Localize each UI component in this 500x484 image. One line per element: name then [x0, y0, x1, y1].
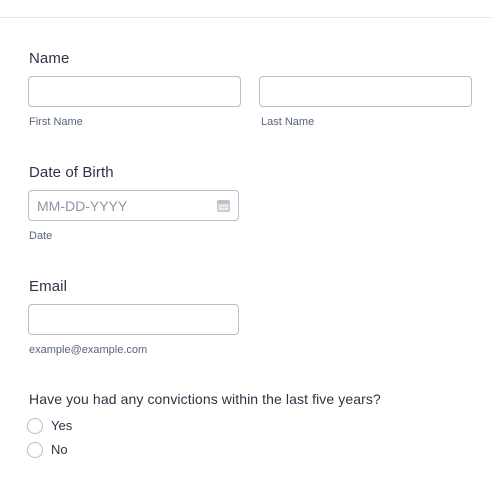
radio-button-no[interactable]	[27, 442, 43, 458]
last-name-sublabel: Last Name	[261, 116, 315, 128]
dob-placeholder: MM-DD-YYYY	[37, 198, 128, 214]
dob-label: Date of Birth	[29, 164, 114, 181]
dob-sublabel: Date	[29, 230, 53, 242]
top-divider	[0, 17, 492, 18]
last-name-input[interactable]	[259, 76, 472, 107]
radio-label-no[interactable]: No	[51, 442, 68, 457]
email-input[interactable]	[28, 304, 239, 335]
name-label: Name	[29, 50, 70, 67]
calendar-icon[interactable]	[217, 199, 230, 212]
email-label: Email	[29, 278, 68, 295]
first-name-input[interactable]	[28, 76, 241, 107]
first-name-sublabel: First Name	[29, 116, 83, 128]
radio-label-yes[interactable]: Yes	[51, 418, 72, 433]
dob-input[interactable]: MM-DD-YYYY	[28, 190, 239, 221]
radio-button-yes[interactable]	[27, 418, 43, 434]
convictions-question: Have you had any convictions within the …	[29, 391, 381, 407]
form-page: Name First Name Last Name Date of Birth …	[0, 0, 500, 484]
email-sublabel: example@example.com	[29, 344, 148, 356]
